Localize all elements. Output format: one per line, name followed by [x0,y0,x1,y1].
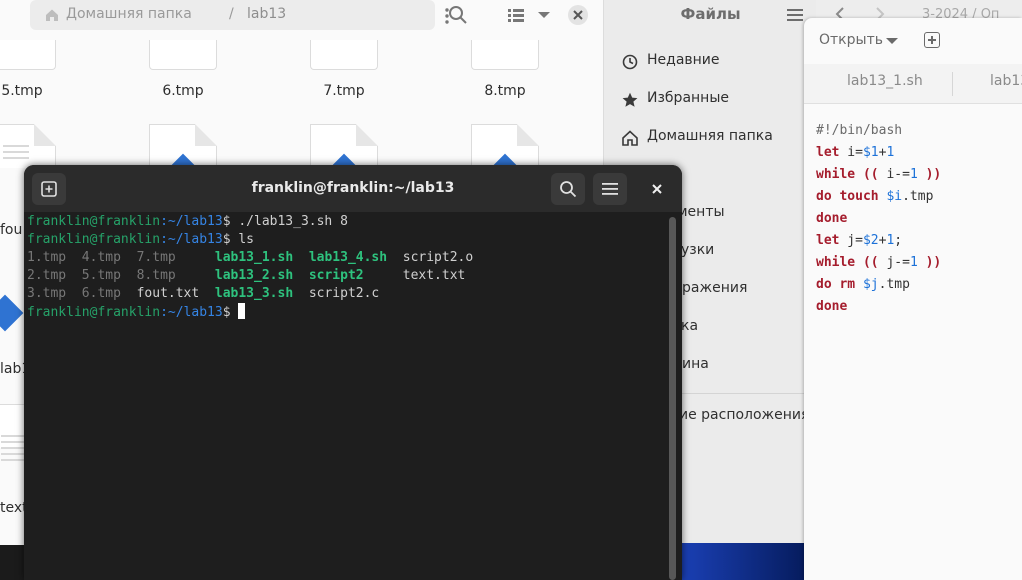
script-icon [0,294,24,332]
ls-row: 3.tmp 6.tmp fout.txt lab13_3.sh script2.… [27,286,380,301]
path-separator: / [229,6,234,22]
sidebar-item-label: менты [677,204,725,220]
file-thumb[interactable] [149,40,217,70]
hamburger-menu-icon[interactable] [787,8,803,22]
terminal-menu-button[interactable] [593,173,627,205]
file-thumb[interactable] [0,40,56,70]
file-label[interactable]: 7.tmp [294,83,394,99]
list-view-icon[interactable] [507,4,525,26]
sidebar-item-label: ражения [682,280,748,296]
code-area[interactable]: #!/bin/bash let i=$1+1 while (( i-=1 )) … [816,120,941,318]
code-line: do rm $j.tmp [816,277,910,292]
close-icon[interactable] [651,183,663,195]
star-icon [622,92,638,107]
text-cursor [238,303,246,319]
tab-divider [952,72,953,96]
home-icon [46,9,58,21]
path-current-segment[interactable]: lab13 [247,6,286,22]
code-line: while (( i-=1 )) [816,167,942,182]
sidebar-item-home[interactable]: Домашняя папка [604,126,816,150]
code-line: done [816,211,848,226]
new-tab-icon[interactable] [924,32,940,48]
sidebar-item-label: Недавние [647,52,720,68]
sidebar-item-label: ка [681,318,699,334]
file-thumb[interactable] [310,40,378,70]
editor-tab-strip: lab13_1.sh lab13 [804,64,1022,104]
sidebar-item-starred[interactable]: Избранные [604,88,816,112]
chevron-down-icon[interactable] [537,4,551,26]
terminal-header: franklin@franklin:~/lab13 [24,165,682,212]
terminal-search-button[interactable] [551,173,585,205]
terminal-scrollbar[interactable] [669,217,676,580]
search-icon [560,181,577,198]
code-line: while (( j-=1 )) [816,255,942,270]
code-line: do touch $i.tmp [816,189,934,204]
sidebar-item-label: Избранные [647,90,729,106]
terminal-output[interactable]: franklin@franklin:~/lab13$ ./lab13_3.sh … [27,213,473,322]
file-label[interactable]: 6.tmp [133,83,233,99]
text-file-icon[interactable] [0,124,56,168]
sidebar-title: Файлы [680,5,741,23]
ls-row: 2.tmp 5.tmp 8.tmp lab13_2.sh script2 tex… [27,268,466,283]
code-line: let j=$2+1; [816,233,903,248]
path-home-segment[interactable]: Домашняя папка [66,6,192,22]
file-label[interactable]: 5.tmp [0,83,72,99]
text-editor-window: Открыть lab13_1.sh lab13 #!/bin/bash let… [804,18,1022,580]
script-file-icon[interactable] [471,124,539,191]
script-file-icon[interactable] [310,124,378,191]
code-line: done [816,299,848,314]
hamburger-menu-icon [602,183,618,195]
sidebar-item-label: узки [681,242,715,258]
home-icon [622,130,638,146]
prompt-line: franklin@franklin:~/lab13$ ls [27,232,254,247]
sidebar-item-label: ина [682,356,709,372]
terminal-window: franklin@franklin:~/lab13 franklin@frank… [24,165,682,580]
sidebar-item-label: ие расположения [679,407,810,423]
code-line: let i=$1+1 [816,145,895,160]
code-line: #!/bin/bash [816,123,903,138]
sidebar-item-recent[interactable]: Недавние [604,50,816,74]
clock-icon [622,54,638,70]
file-label[interactable]: 8.tmp [455,83,555,99]
prompt-line: franklin@franklin:~/lab13$ [27,303,246,320]
script-file-icon[interactable] [149,124,217,191]
tab-lab13[interactable]: lab13 [990,73,1022,89]
tab-lab13-1[interactable]: lab13_1.sh [847,73,923,89]
path-bar[interactable]: Домашняя папка / lab13 [30,0,449,30]
prompt-line: franklin@franklin:~/lab13$ ./lab13_3.sh … [27,214,348,229]
ls-row: 1.tmp 4.tmp 7.tmp lab13_1.sh lab13_4.sh … [27,250,474,265]
file-thumb[interactable] [471,40,539,70]
close-icon[interactable] [567,4,589,26]
search-icon[interactable] [448,4,468,26]
sidebar-item-label: Домашняя папка [647,128,773,144]
chevron-down-icon[interactable] [886,38,898,44]
files-header: Домашняя папка / lab13 [0,0,603,32]
open-button[interactable]: Открыть [819,32,883,48]
